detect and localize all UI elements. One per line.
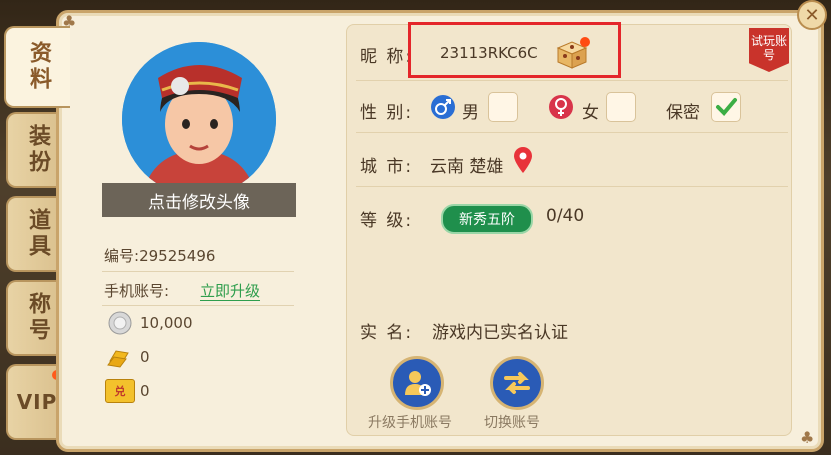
level-label: 等 级:	[360, 211, 414, 231]
gender-label: 性 别:	[360, 103, 414, 123]
change-avatar-button[interactable]: 点击修改头像	[102, 183, 296, 217]
player-id-label: 编号:	[104, 247, 140, 265]
add-user-icon	[405, 371, 431, 396]
city-label: 城 市:	[360, 157, 414, 177]
tab-profile[interactable]: 资料	[4, 26, 70, 108]
phone-account-label: 手机账号:	[104, 282, 170, 300]
female-checkbox[interactable]	[606, 92, 636, 122]
secret-checkbox[interactable]	[711, 92, 741, 122]
level-badge: 新秀五阶	[441, 204, 533, 234]
voucher-count: 0	[140, 382, 150, 400]
gold-count: 0	[140, 348, 150, 366]
trial-account-tag: 试玩账号	[749, 28, 789, 72]
upgrade-now-label: 立即升级	[200, 282, 261, 301]
tab-vip-label: VIP	[16, 390, 58, 414]
realname-value: 游戏内已实名认证	[432, 323, 568, 343]
location-pin-icon[interactable]	[512, 146, 534, 174]
avatar-portrait-icon	[122, 42, 276, 196]
upgrade-phone-account-label: 升级手机账号	[368, 415, 452, 431]
change-avatar-label: 点击修改头像	[148, 192, 250, 213]
upgrade-phone-account-button[interactable]	[390, 356, 444, 410]
male-symbol-icon	[431, 95, 455, 119]
divider	[356, 132, 788, 133]
male-checkbox[interactable]	[488, 92, 518, 122]
upgrade-now-link[interactable]: 立即升级	[200, 280, 261, 301]
club-corner-icon: ♣	[800, 428, 815, 447]
female-label: 女	[582, 103, 599, 123]
female-symbol-icon	[549, 95, 573, 119]
phone-account: 手机账号:	[104, 280, 169, 301]
coin-count: 10,000	[140, 314, 193, 332]
checkmark-icon	[716, 98, 737, 116]
close-button[interactable]: ✕	[797, 0, 827, 30]
silver-coin-icon	[108, 311, 132, 335]
city-value: 云南 楚雄	[430, 157, 504, 177]
divider	[102, 305, 294, 306]
player-id: 编号:29525496	[104, 245, 215, 266]
tab-titles-label: 称号	[25, 292, 50, 344]
switch-arrows-icon	[504, 372, 530, 394]
secret-label: 保密	[666, 103, 700, 123]
player-id-value: 29525496	[139, 247, 216, 265]
nickname-highlight	[408, 22, 621, 78]
switch-account-label: 切换账号	[484, 415, 540, 431]
voucher-icon: 兑	[105, 379, 135, 403]
tab-items-label: 道具	[25, 208, 50, 260]
divider	[356, 186, 788, 187]
switch-account-button[interactable]	[490, 356, 544, 410]
tab-outfit-label: 装扮	[25, 124, 50, 176]
nickname-label: 昵 称:	[360, 47, 414, 67]
tab-profile-label: 资料	[26, 41, 51, 93]
divider	[102, 271, 294, 272]
close-icon: ✕	[804, 4, 820, 26]
male-label: 男	[462, 103, 479, 123]
realname-label: 实 名:	[360, 323, 414, 343]
level-progress: 0/40	[546, 206, 585, 226]
voucher-icon-label: 兑	[114, 385, 126, 398]
divider	[356, 80, 788, 81]
gold-bar-icon	[107, 350, 129, 368]
avatar[interactable]	[122, 42, 276, 196]
